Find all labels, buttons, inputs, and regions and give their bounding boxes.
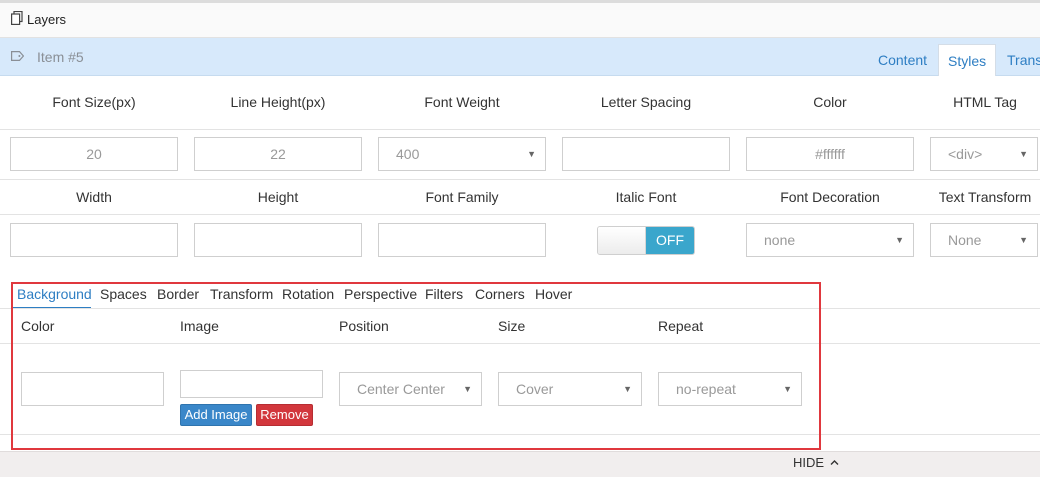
html-tag-label: HTML Tag <box>953 94 1017 110</box>
layers-label: Layers <box>27 12 67 27</box>
height-input[interactable] <box>194 223 362 257</box>
color-input[interactable]: #ffffff <box>746 137 914 171</box>
font-weight-select[interactable]: 400 ▼ <box>378 137 546 171</box>
divider <box>0 179 1040 180</box>
html-tag-select[interactable]: <div> ▼ <box>930 137 1038 171</box>
font-weight-value: 400 <box>396 146 420 162</box>
divider <box>0 129 1040 130</box>
copy-icon <box>11 11 23 25</box>
italic-font-toggle[interactable]: OFF <box>597 226 695 255</box>
line-height-label: Line Height(px) <box>230 94 326 110</box>
text-transform-select[interactable]: None ▼ <box>930 223 1038 257</box>
letter-spacing-label: Letter Spacing <box>600 94 692 110</box>
height-label: Height <box>257 189 299 205</box>
caret-down-icon: ▼ <box>895 235 904 245</box>
color-label: Color <box>813 94 847 110</box>
tab-transitions[interactable]: Trans <box>998 44 1040 76</box>
text-transform-label: Text Transform <box>938 189 1032 205</box>
italic-font-label: Italic Font <box>615 189 677 205</box>
width-label: Width <box>76 189 112 205</box>
tab-content[interactable]: Content <box>869 44 936 76</box>
caret-down-icon: ▼ <box>1019 149 1028 159</box>
letter-spacing-input[interactable] <box>562 137 730 171</box>
html-tag-value: <div> <box>948 146 983 162</box>
font-family-input[interactable] <box>378 223 546 257</box>
font-decoration-label: Font Decoration <box>780 189 880 205</box>
caret-down-icon: ▼ <box>527 149 536 159</box>
font-size-input[interactable]: 20 <box>10 137 178 171</box>
font-family-label: Font Family <box>425 189 499 205</box>
hide-bar[interactable]: HIDE <box>0 451 1040 477</box>
highlight-frame <box>11 282 821 450</box>
hide-button[interactable]: HIDE <box>793 455 839 470</box>
font-decoration-value: none <box>764 232 796 248</box>
tab-styles[interactable]: Styles <box>938 44 997 76</box>
item-title: Item #5 <box>37 49 84 65</box>
toggle-state: OFF <box>646 227 694 254</box>
width-input[interactable] <box>10 223 178 257</box>
divider <box>0 214 1040 215</box>
layers-bar[interactable]: Layers <box>0 3 1040 38</box>
hide-label: HIDE <box>793 455 825 470</box>
text-transform-value: None <box>948 232 982 248</box>
font-decoration-select[interactable]: none ▼ <box>746 223 914 257</box>
caret-down-icon: ▼ <box>1019 235 1028 245</box>
toggle-knob <box>598 227 646 254</box>
line-height-input[interactable]: 22 <box>194 137 362 171</box>
chevron-up-icon <box>830 460 839 465</box>
font-weight-label: Font Weight <box>424 94 500 110</box>
tag-icon <box>11 51 24 61</box>
font-size-label: Font Size(px) <box>52 94 136 110</box>
